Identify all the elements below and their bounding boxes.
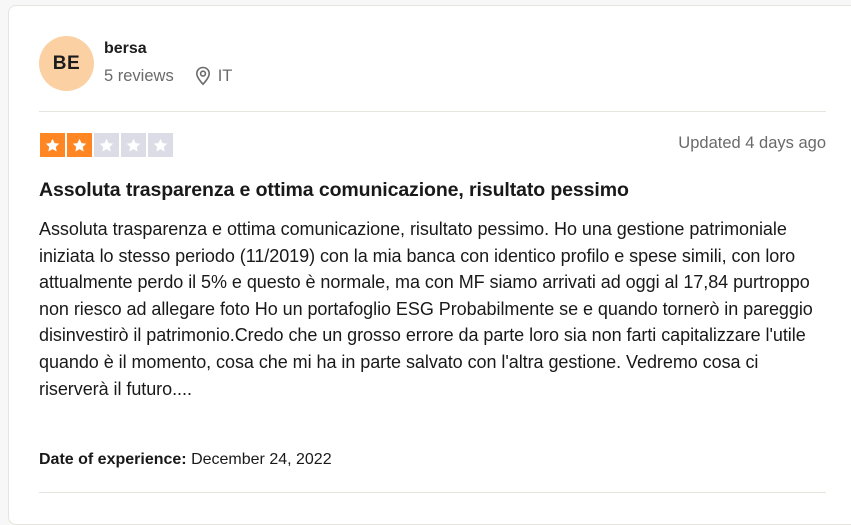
star-rating [40, 133, 173, 157]
date-of-experience: Date of experience: December 24, 2022 [39, 451, 332, 469]
map-pin-icon [194, 66, 212, 86]
reviewer-country: IT [217, 66, 233, 85]
review-title[interactable]: Assoluta trasparenza e ottima comunicazi… [39, 179, 629, 202]
star-filled-icon [67, 133, 92, 157]
star-empty-icon [148, 133, 173, 157]
experience-date: December 24, 2022 [191, 451, 332, 468]
reviews-count: 5 reviews [104, 66, 174, 85]
divider [39, 111, 826, 112]
avatar[interactable]: BE [39, 36, 94, 91]
divider [39, 492, 826, 493]
star-filled-icon [40, 133, 65, 157]
star-empty-icon [121, 133, 146, 157]
star-empty-icon [94, 133, 119, 157]
experience-label: Date of experience: [39, 451, 187, 468]
reviewer-meta: 5 reviews IT [104, 66, 232, 86]
reviewer-name[interactable]: bersa [104, 40, 147, 58]
review-text: Assoluta trasparenza e ottima comunicazi… [39, 219, 813, 399]
updated-date: Updated 4 days ago [678, 134, 826, 152]
